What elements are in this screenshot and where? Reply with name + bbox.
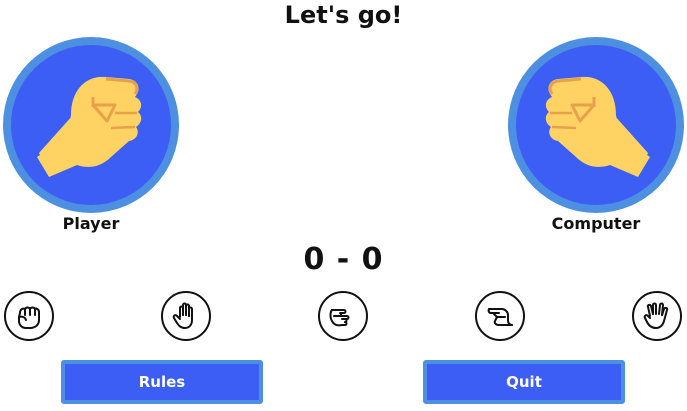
computer-avatar xyxy=(508,37,684,213)
lizard-hand-icon xyxy=(487,308,513,326)
spock-button[interactable] xyxy=(632,291,682,341)
scissors-button[interactable] xyxy=(318,291,368,341)
rules-button[interactable]: Rules xyxy=(61,360,263,404)
player-label: Player xyxy=(62,214,120,233)
paper-button[interactable] xyxy=(161,291,211,341)
rock-hand-icon xyxy=(18,306,40,329)
page-title: Let's go! xyxy=(284,1,403,29)
scissors-hand-icon xyxy=(329,309,350,327)
fist-icon xyxy=(37,76,142,177)
spock-hand-icon xyxy=(643,302,669,329)
quit-button[interactable]: Quit xyxy=(423,360,625,404)
lizard-button[interactable] xyxy=(475,291,525,341)
score-display: 0 - 0 xyxy=(303,242,384,277)
rock-button[interactable] xyxy=(4,291,54,341)
paper-hand-icon xyxy=(172,302,193,329)
player-avatar xyxy=(3,37,179,213)
fist-icon xyxy=(545,76,650,177)
computer-label: Computer xyxy=(551,214,641,233)
